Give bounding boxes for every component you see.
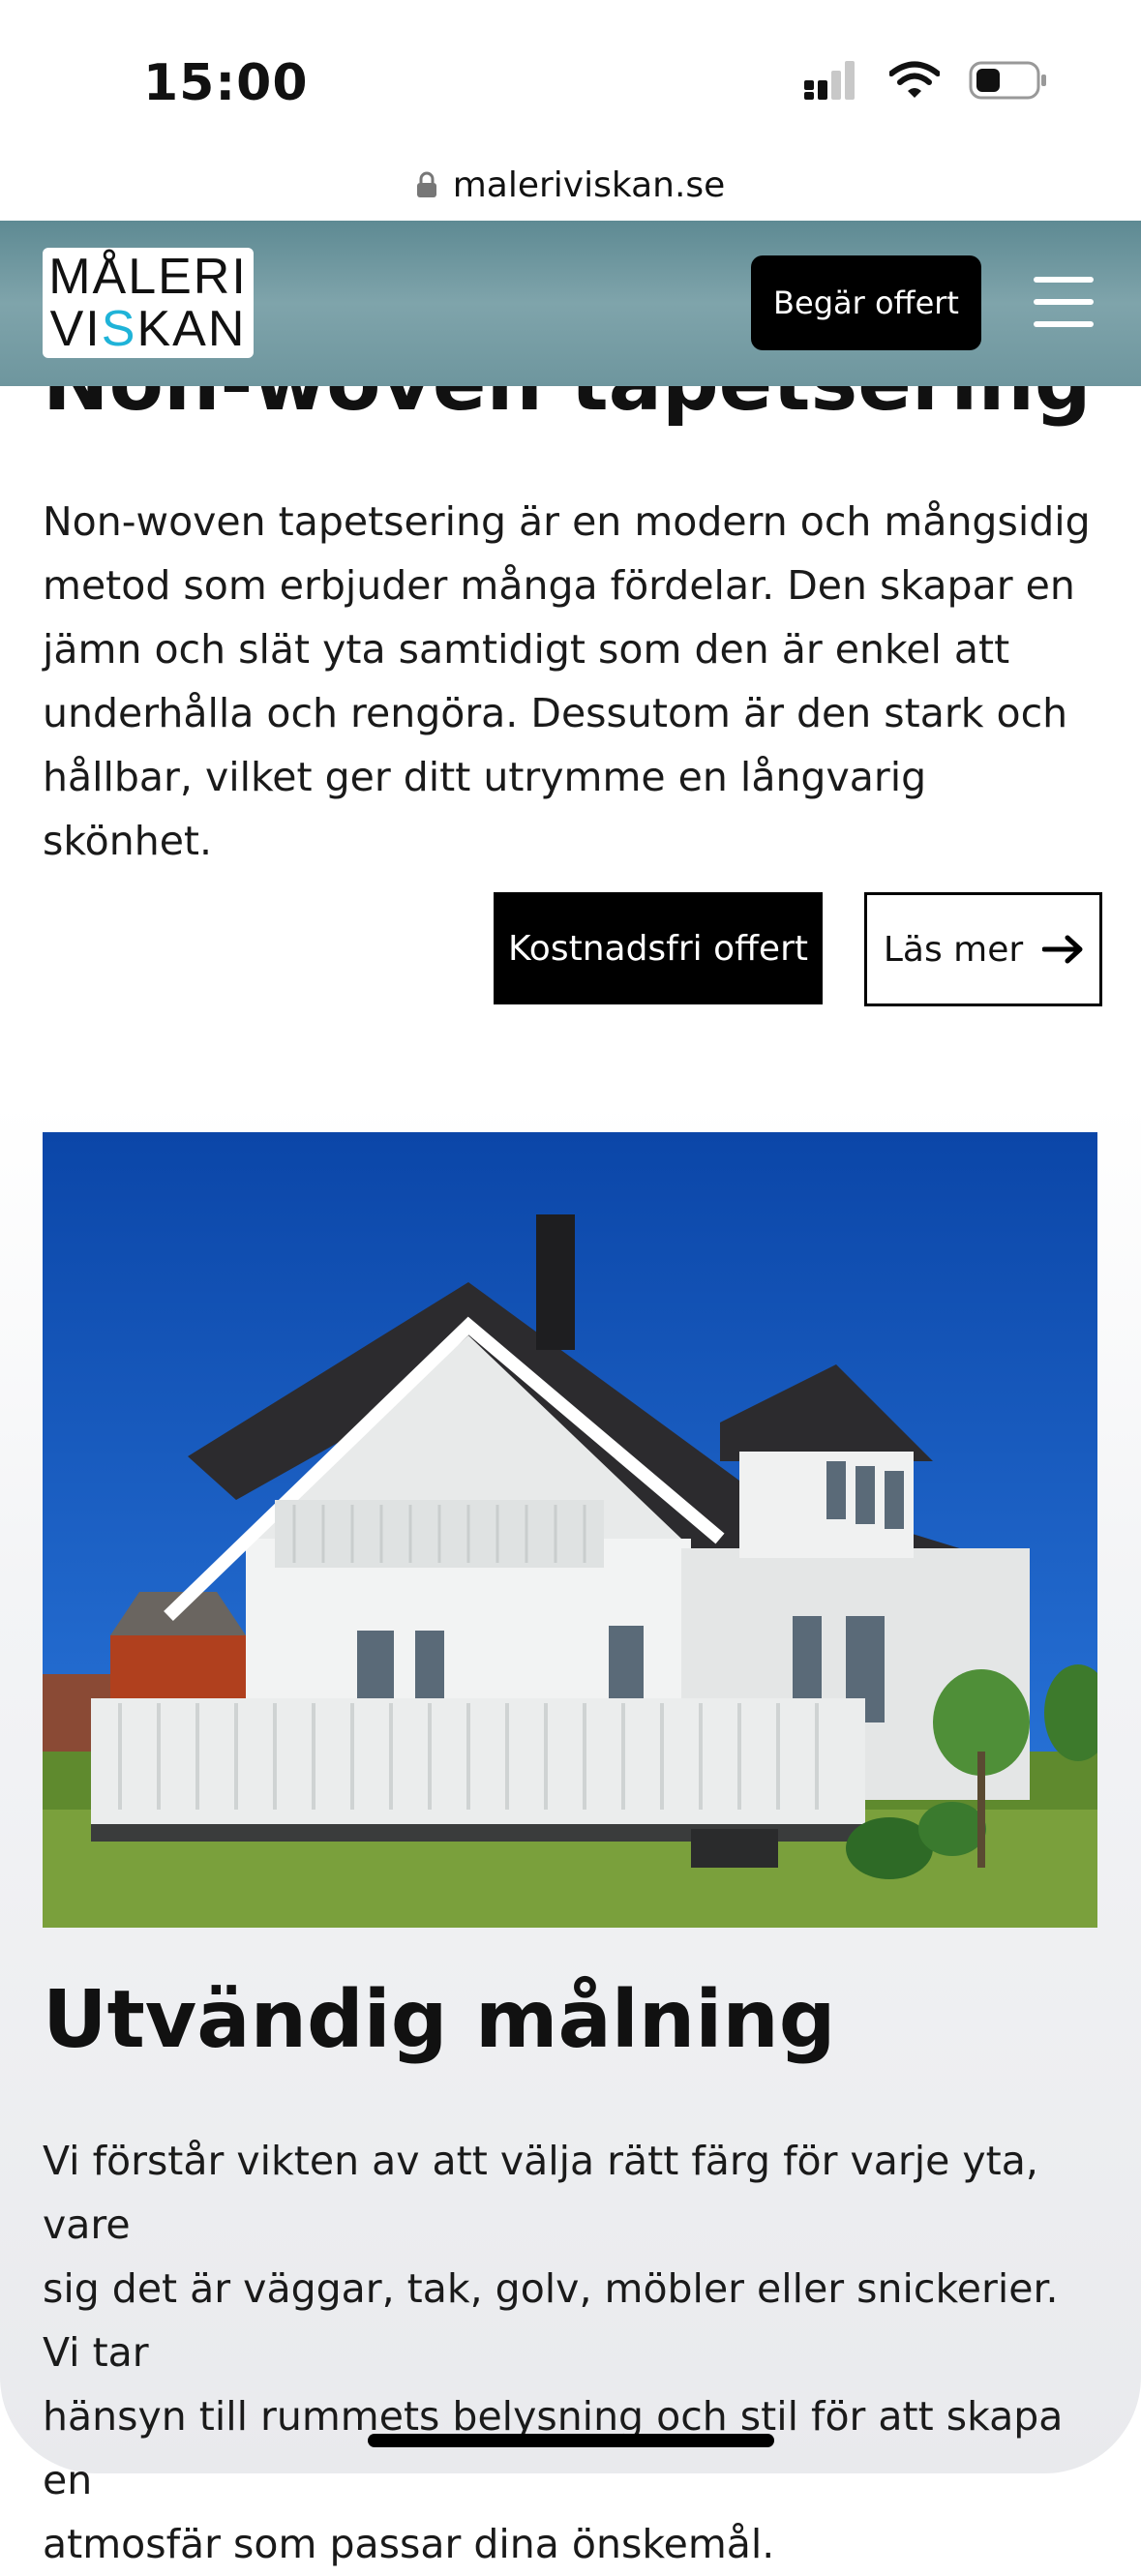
menu-icon[interactable] [1034, 277, 1094, 327]
free-quote-button[interactable]: Kostnadsfri offert [494, 892, 823, 1004]
site-header: MÅLERI VISKAN Begär offert [0, 221, 1141, 386]
section-heading-exterior-painting: Utvändig målning [43, 1974, 836, 2066]
logo-line-2: VISKAN [49, 301, 247, 357]
browser-url-bar[interactable]: maleriviskan.se [0, 150, 1141, 220]
logo-line-1: MÅLERI [48, 249, 248, 305]
battery-icon [969, 61, 1046, 100]
home-indicator[interactable] [368, 2434, 774, 2447]
cellular-signal-icon [804, 61, 855, 100]
request-quote-button[interactable]: Begär offert [751, 255, 981, 350]
wifi-icon [889, 61, 940, 98]
status-time: 15:00 [143, 54, 309, 112]
read-more-label: Läs mer [883, 929, 1024, 970]
house-photo [43, 1132, 1097, 1928]
status-icons [804, 60, 1048, 101]
arrow-right-icon [1042, 935, 1083, 964]
site-logo[interactable]: MÅLERI VISKAN [43, 248, 254, 358]
status-bar: 15:00 [0, 0, 1141, 155]
url-text: maleriviskan.se [452, 165, 726, 205]
section-paragraph-exterior-painting: Vi förstår vikten av att välja rätt färg… [43, 2138, 1064, 2567]
read-more-button[interactable]: Läs mer [864, 892, 1102, 1006]
lock-icon [416, 171, 436, 197]
section-paragraph-wallpapering: Non-woven tapetsering är en modern och m… [43, 498, 1091, 864]
